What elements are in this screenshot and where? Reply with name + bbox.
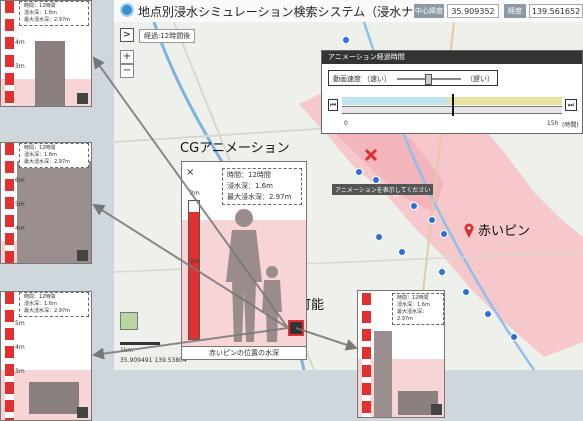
marker-icon[interactable] bbox=[372, 176, 380, 184]
info-depth: 浸水深：1.6m bbox=[24, 152, 57, 158]
people-silhouette bbox=[29, 382, 79, 414]
callout-right: 時間：12時間 浸水深：1.6m 最大浸水深：2.97m bbox=[357, 290, 445, 418]
switch-view-icon[interactable] bbox=[77, 93, 88, 104]
close-icon[interactable]: × bbox=[186, 167, 194, 178]
switch-view-icon[interactable] bbox=[77, 407, 88, 418]
depth-label: 5m bbox=[15, 201, 25, 208]
depth-gauge bbox=[5, 143, 14, 263]
cg-animation-panel: × 2m 1m 時間：12時間 浸水深：1.6m 最大浸水深：2.97m 赤いピ… bbox=[181, 161, 307, 360]
depth-label: 4m bbox=[15, 39, 25, 46]
marker-icon[interactable] bbox=[462, 288, 470, 296]
info-max-depth: 最大浸水深：2.97m bbox=[24, 17, 71, 23]
info-max-depth: 最大浸水深：2.97m bbox=[397, 309, 428, 322]
latitude-label: 中心緯度 bbox=[414, 4, 444, 18]
timeline-start-label: 0 bbox=[344, 120, 348, 127]
map-tooltip: アニメーションを表示してください bbox=[332, 184, 434, 195]
timeline-cursor[interactable] bbox=[452, 94, 454, 116]
info-max-depth: 最大浸水深：2.97m bbox=[24, 308, 71, 314]
switch-view-icon[interactable] bbox=[288, 320, 304, 336]
rewind-button[interactable]: ⏮ bbox=[328, 99, 338, 111]
info-box: 時間：12時間 浸水深：1.6m 最大浸水深：2.97m bbox=[19, 292, 89, 317]
callout-low: 時間：12時間 浸水深：1.6m 最大浸水深：2.97m 5m 4m 3m bbox=[0, 291, 92, 421]
info-depth: 浸水深：1.6m bbox=[24, 10, 57, 16]
marker-icon[interactable] bbox=[438, 268, 446, 276]
depth-label: 3m bbox=[15, 63, 25, 70]
marker-icon[interactable] bbox=[428, 216, 436, 224]
speed-slow-label: （遅い） bbox=[466, 75, 494, 83]
depth-label: 4m bbox=[15, 344, 25, 351]
animation-panel-title: アニメーション経過時間 bbox=[322, 51, 582, 64]
marker-icon[interactable] bbox=[410, 202, 418, 210]
building-silhouette bbox=[35, 41, 65, 106]
longitude-field[interactable]: 139.561652 bbox=[529, 4, 583, 18]
zoom-out-button[interactable]: − bbox=[120, 64, 134, 78]
forward-button[interactable]: ⏭ bbox=[565, 99, 577, 111]
building-silhouette bbox=[374, 331, 392, 417]
info-max-depth: 最大浸水深：2.97m bbox=[227, 193, 292, 201]
marker-icon[interactable] bbox=[484, 310, 492, 318]
depth-gauge bbox=[362, 293, 371, 417]
callout-mid: 時間：12時間 浸水深：1.6m 最大浸水深：2.97m 6m 5m 4m bbox=[0, 142, 92, 264]
elapsed-time-badge: 経過:12時間後 bbox=[139, 29, 196, 43]
expand-panel-button[interactable]: > bbox=[120, 28, 134, 42]
panel-footer: 赤いピンの位置の水深 bbox=[182, 346, 306, 359]
timeline-unit-label: (時間) bbox=[562, 122, 579, 129]
red-pin-label: 赤いピン bbox=[478, 224, 531, 239]
info-depth: 浸水深：1.6m bbox=[24, 301, 57, 307]
marker-icon[interactable] bbox=[398, 248, 406, 256]
depth-label: 3m bbox=[15, 368, 25, 375]
info-depth: 浸水深：1.6m bbox=[397, 302, 430, 308]
zoom-in-button[interactable]: + bbox=[120, 50, 134, 64]
marker-icon[interactable] bbox=[375, 233, 383, 241]
switch-view-icon[interactable] bbox=[77, 250, 88, 261]
layer-switch-icon[interactable] bbox=[120, 312, 138, 330]
depth-label: 2m bbox=[190, 190, 200, 197]
info-time: 時間：12時間 bbox=[24, 294, 56, 300]
marker-icon[interactable] bbox=[440, 230, 448, 238]
speed-label: 動画速度 bbox=[333, 75, 361, 83]
depth-gauge bbox=[188, 200, 200, 340]
info-box: 時間：12時間 浸水深：1.6m 最大浸水深：2.97m bbox=[222, 168, 302, 205]
info-box: 時間：12時間 浸水深：1.6m 最大浸水深：2.97m bbox=[19, 1, 89, 26]
depth-label: 6m bbox=[15, 177, 25, 184]
timeline-end-label: 15h bbox=[547, 120, 559, 127]
depth-label: 5m bbox=[15, 320, 25, 327]
app-logo-icon bbox=[120, 3, 134, 17]
scale-bar bbox=[120, 342, 160, 345]
info-depth: 浸水深：1.6m bbox=[227, 182, 273, 190]
animation-panel: アニメーション経過時間 動画速度 （速い） （遅い） ⏮ ⏭ 0 15h (時間… bbox=[321, 50, 583, 134]
latitude-field[interactable]: 35.909352 bbox=[447, 4, 499, 18]
info-box: 時間：12時間 浸水深：1.6m 最大浸水深：2.97m bbox=[392, 293, 444, 325]
app-title: 地点別浸水シミュレーション検索システム（浸水ナビ） bbox=[138, 5, 438, 19]
info-max-depth: 最大浸水深：2.97m bbox=[24, 159, 71, 165]
depth-label: 4m bbox=[15, 225, 25, 232]
speed-control: 動画速度 （速い） （遅い） bbox=[328, 70, 498, 86]
depth-gauge bbox=[5, 1, 14, 105]
depth-label: 1m bbox=[190, 258, 200, 265]
switch-view-icon[interactable] bbox=[431, 404, 442, 415]
marker-icon[interactable] bbox=[342, 36, 350, 44]
info-time: 時間：12時間 bbox=[24, 145, 56, 151]
info-box: 時間：12時間 浸水深：1.6m 最大浸水深：2.97m bbox=[19, 143, 89, 168]
info-time: 時間：12時間 bbox=[227, 171, 271, 179]
scale-label: 1km bbox=[120, 347, 134, 354]
building-silhouette bbox=[17, 161, 91, 263]
marker-icon[interactable] bbox=[355, 168, 363, 176]
top-bar: 地点別浸水シミュレーション検索システム（浸水ナビ） 中心緯度 35.909352… bbox=[114, 0, 583, 23]
info-time: 時間：12時間 bbox=[397, 295, 429, 301]
info-time: 時間：12時間 bbox=[24, 3, 56, 9]
coords-readout: 35.909491 139.53804 bbox=[120, 357, 187, 364]
marker-icon[interactable] bbox=[510, 333, 518, 341]
depth-gauge bbox=[5, 292, 14, 420]
callout-top: 時間：12時間 浸水深：1.6m 最大浸水深：2.97m 4m 3m bbox=[0, 0, 92, 107]
speed-slider-handle[interactable] bbox=[425, 74, 432, 85]
speed-fast-label: （速い） bbox=[363, 75, 391, 83]
longitude-label: 経度 bbox=[504, 4, 526, 18]
cg-animation-label: CGアニメーション bbox=[180, 141, 290, 156]
